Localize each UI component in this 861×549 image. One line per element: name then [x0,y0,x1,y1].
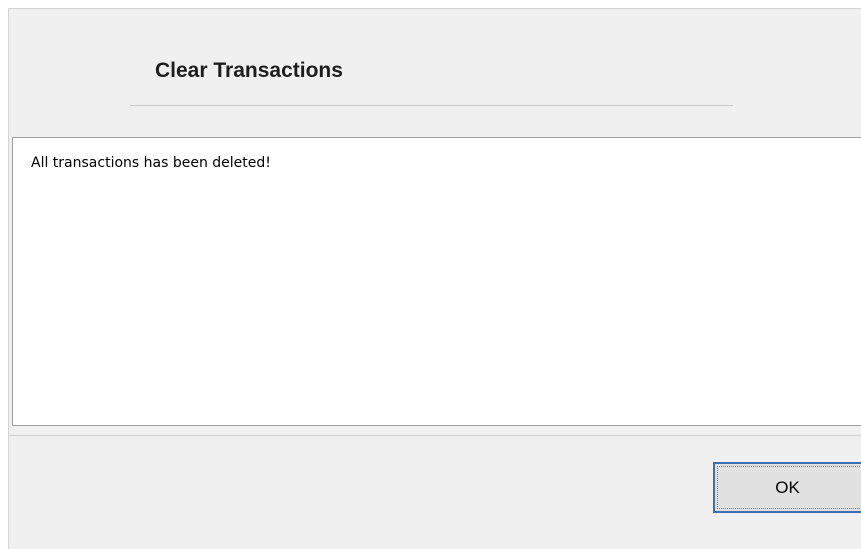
footer-divider [9,435,861,436]
dialog-title: Clear Transactions [155,59,343,82]
message-text: All transactions has been deleted! [31,155,271,171]
message-panel: All transactions has been deleted! [12,137,861,426]
clear-transactions-dialog: Clear Transactions All transactions has … [8,8,861,549]
title-divider [130,105,733,106]
ok-button[interactable]: OK [713,462,861,513]
